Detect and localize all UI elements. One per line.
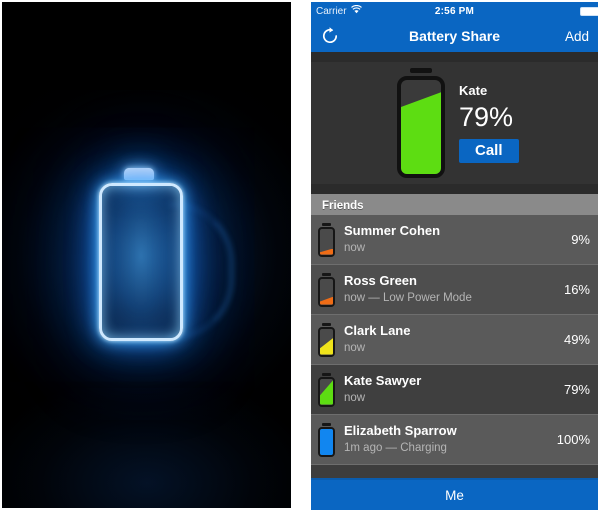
app-screenshot-panel: Carrier 2:56 PM Battery Share Add Kate 7… [311,2,598,510]
friend-battery-icon [318,322,335,357]
friend-row[interactable]: Elizabeth Sparrow 1m ago — Charging 100% [311,415,598,465]
friend-percent: 79% [563,382,590,397]
battery-full-icon [580,6,598,16]
friend-battery-fill [320,428,333,455]
friend-battery-cap [322,422,331,426]
friend-row[interactable]: Summer Cohen now 9% [311,215,598,265]
friend-battery-fill [320,296,333,305]
friend-name: Clark Lane [344,322,411,338]
navigation-bar: Battery Share Add [311,20,598,52]
friend-battery-icon [318,422,335,457]
neon-battery-body-icon [98,183,183,341]
hero-battery-shell [397,76,445,178]
friend-battery-cap [322,372,331,376]
add-button[interactable]: Add [565,29,590,44]
friend-battery-icon [318,272,335,307]
call-button[interactable]: Call [459,138,519,163]
friend-status: now [344,391,366,404]
screenshot-stage: Carrier 2:56 PM Battery Share Add Kate 7… [0,0,600,518]
friends-list: Summer Cohen now 9% Ross Green now — Low Pow… [311,215,598,465]
background-glow-bottom [2,388,291,508]
friend-battery-icon [318,222,335,257]
status-bar-right [580,6,598,16]
neon-battery-cap-icon [123,168,154,180]
friend-battery-shell [318,426,335,457]
friend-row[interactable]: Kate Sawyer now 79% [311,365,598,415]
primary-battery-card[interactable]: Kate 79% Call [311,52,598,196]
page-title: Battery Share [408,28,501,44]
friend-text: Summer Cohen now [344,223,565,257]
status-bar: Carrier 2:56 PM [311,2,598,20]
friend-name: Elizabeth Sparrow [344,422,457,438]
friend-status: now [344,241,366,254]
friend-battery-cap [322,322,331,326]
friend-percent: 16% [563,282,590,297]
friend-battery-shell [318,326,335,357]
friend-battery-fill [320,380,333,405]
app-icon-splash-panel [2,2,291,508]
friends-section-header: Friends [311,196,598,215]
friend-row[interactable]: Clark Lane now 49% [311,315,598,365]
hero-percent: 79% [459,102,514,133]
friend-battery-icon [318,372,335,407]
friend-row[interactable]: Ross Green now — Low Power Mode 16% [311,265,598,315]
friend-name: Ross Green [344,272,417,288]
friend-battery-cap [322,272,331,276]
neon-battery-logo [77,155,233,355]
hero-info: Kate 79% Call [459,83,519,163]
friend-text: Elizabeth Sparrow 1m ago — Charging [344,423,551,457]
friend-status: now — Low Power Mode [344,291,472,304]
friend-name: Kate Sawyer [344,372,422,388]
friend-name: Summer Cohen [344,222,441,238]
refresh-icon[interactable] [319,25,341,47]
friend-battery-shell [318,276,335,307]
status-bar-time: 2:56 PM [434,5,475,17]
me-tab-label: Me [445,487,464,503]
friend-battery-cap [322,222,331,226]
hero-battery-icon [397,68,445,178]
friend-battery-fill [320,338,333,355]
hero-name: Kate [459,83,488,99]
hero-battery-cap [410,68,432,73]
friend-battery-shell [318,226,335,257]
friend-text: Clark Lane now [344,323,558,357]
friend-battery-fill [320,248,333,255]
friend-status: 1m ago — Charging [344,441,447,454]
friend-text: Kate Sawyer now [344,373,558,407]
friend-percent: 49% [563,332,590,347]
me-tab-button[interactable]: Me [311,478,598,510]
friend-text: Ross Green now — Low Power Mode [344,273,558,307]
friend-status: now [344,341,366,354]
friend-percent: 9% [571,232,590,247]
friend-percent: 100% [556,432,590,447]
hero-battery-fill [401,92,441,174]
friend-battery-shell [318,376,335,407]
